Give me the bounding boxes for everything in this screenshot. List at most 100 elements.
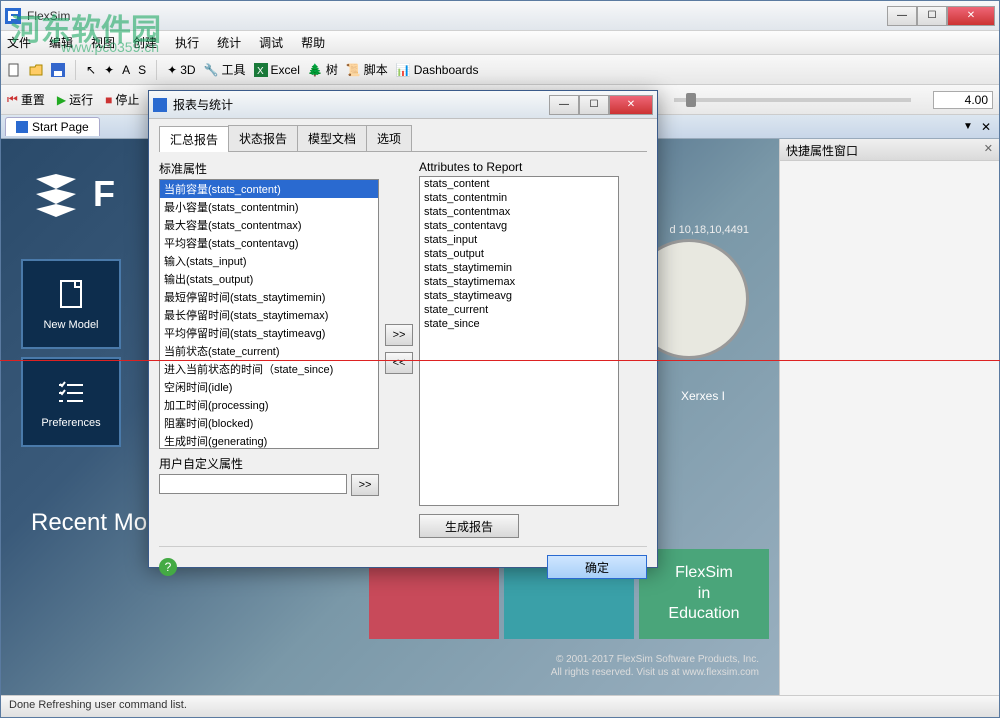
svg-text:X: X: [257, 66, 264, 77]
tree-button[interactable]: 🌲 树: [308, 61, 338, 78]
dialog-maximize-button[interactable]: ☐: [579, 95, 609, 115]
tab-label: Start Page: [32, 120, 89, 134]
dialog-close-button[interactable]: ✕: [609, 95, 653, 115]
menu-execute[interactable]: 执行: [175, 34, 199, 51]
list-item[interactable]: stats_contentmax: [420, 205, 618, 219]
menu-help[interactable]: 帮助: [301, 34, 325, 51]
tab-options[interactable]: 选项: [366, 125, 412, 151]
standard-attrs-listbox[interactable]: 当前容量(stats_content)最小容量(stats_contentmin…: [159, 179, 379, 449]
reports-dialog: 报表与统计 — ☐ ✕ 汇总报告 状态报告 模型文档 选项 标准属性 当前容量(…: [148, 90, 658, 568]
tab-state-report[interactable]: 状态报告: [228, 125, 298, 151]
list-item[interactable]: stats_output: [420, 247, 618, 261]
new-model-button[interactable]: New Model: [21, 259, 121, 349]
user-attr-input[interactable]: [159, 474, 347, 494]
list-item[interactable]: stats_contentavg: [420, 219, 618, 233]
connect-a-icon[interactable]: A: [122, 63, 130, 77]
watermark-url: www.pc0359.cn: [61, 39, 159, 55]
footer-copyright: © 2001-2017 FlexSim Software Products, I…: [551, 653, 759, 679]
list-item[interactable]: 平均容量(stats_contentavg): [160, 234, 378, 252]
dialog-titlebar[interactable]: 报表与统计 — ☐ ✕: [149, 91, 657, 119]
stop-button[interactable]: ■ 停止: [105, 91, 139, 108]
speed-value[interactable]: 4.00: [933, 91, 993, 109]
close-button[interactable]: ✕: [947, 6, 995, 26]
list-item[interactable]: 最小容量(stats_contentmin): [160, 198, 378, 216]
add-user-attr-button[interactable]: >>: [351, 474, 379, 496]
excel-button[interactable]: X Excel: [254, 63, 300, 77]
tab-close-icon[interactable]: ✕: [977, 120, 995, 134]
panel-title: 快捷属性窗口: [786, 142, 858, 157]
script-button[interactable]: 📜 脚本: [346, 61, 388, 78]
list-item[interactable]: state_since: [420, 317, 618, 331]
open-file-icon[interactable]: [29, 63, 43, 77]
status-bar: Done Refreshing user command list.: [1, 695, 999, 717]
recent-models-heading: Recent Mo: [31, 509, 147, 537]
list-item[interactable]: 平均停留时间(stats_staytimeavg): [160, 324, 378, 342]
list-item[interactable]: stats_input: [420, 233, 618, 247]
dialog-tabs: 汇总报告 状态报告 模型文档 选项: [159, 125, 647, 152]
list-item[interactable]: 最大容量(stats_contentmax): [160, 216, 378, 234]
list-item[interactable]: state_current: [420, 303, 618, 317]
list-item[interactable]: stats_staytimemax: [420, 275, 618, 289]
list-item[interactable]: stats_staytimemin: [420, 261, 618, 275]
list-item[interactable]: stats_content: [420, 177, 618, 191]
reset-button[interactable]: ⏮ 重置: [7, 91, 45, 108]
list-item[interactable]: 最短停留时间(stats_staytimemin): [160, 288, 378, 306]
tab-dropdown-icon[interactable]: ▼: [959, 121, 977, 132]
minimize-button[interactable]: —: [887, 6, 917, 26]
user-attr-label: 用户自定义属性: [159, 455, 379, 472]
preferences-icon: [53, 375, 89, 411]
list-item[interactable]: 输入(stats_input): [160, 252, 378, 270]
tab-summary-report[interactable]: 汇总报告: [159, 126, 229, 152]
tab-start-page[interactable]: Start Page: [5, 117, 100, 136]
attrs-to-report-label: Attributes to Report: [419, 160, 619, 174]
create-tool-icon[interactable]: ✦: [104, 63, 114, 77]
main-toolbar: ↖ ✦ A S ✦ 3D 🔧 工具 X Excel 🌲 树 📜 脚本 📊 Das…: [1, 55, 999, 85]
list-item[interactable]: stats_contentmin: [420, 191, 618, 205]
list-item[interactable]: 当前容量(stats_content): [160, 180, 378, 198]
list-item[interactable]: 加工时间(processing): [160, 396, 378, 414]
tab-model-doc[interactable]: 模型文档: [297, 125, 367, 151]
menu-file[interactable]: 文件: [7, 34, 31, 51]
attrs-to-report-listbox[interactable]: stats_contentstats_contentminstats_conte…: [419, 176, 619, 506]
preferences-button[interactable]: Preferences: [21, 357, 121, 447]
list-item[interactable]: 输出(stats_output): [160, 270, 378, 288]
arrow-tool-icon[interactable]: ↖: [86, 63, 96, 77]
move-right-button[interactable]: >>: [385, 324, 413, 346]
dialog-minimize-button[interactable]: —: [549, 95, 579, 115]
list-item[interactable]: 空闲时间(idle): [160, 378, 378, 396]
window-title: FlexSim: [27, 9, 887, 23]
list-item[interactable]: 最长停留时间(stats_staytimemax): [160, 306, 378, 324]
dialog-title: 报表与统计: [173, 96, 549, 113]
flexsim-logo: F: [31, 169, 115, 219]
move-left-button[interactable]: <<: [385, 352, 413, 374]
help-icon[interactable]: ?: [159, 558, 177, 576]
app-logo-icon: [5, 8, 21, 24]
quick-properties-panel: 快捷属性窗口 ✕: [779, 139, 999, 699]
ok-button[interactable]: 确定: [547, 555, 647, 579]
new-file-icon[interactable]: [7, 63, 21, 77]
app-icon: [16, 121, 28, 133]
menu-debug[interactable]: 调试: [259, 34, 283, 51]
3d-view-button[interactable]: ✦ 3D: [167, 63, 195, 77]
titlebar[interactable]: FlexSim — ☐ ✕: [1, 1, 999, 31]
new-model-icon: [53, 277, 89, 313]
list-item[interactable]: 进入当前状态的时间（state_since): [160, 360, 378, 378]
standard-attrs-label: 标准属性: [159, 160, 379, 177]
menu-stats[interactable]: 统计: [217, 34, 241, 51]
panel-close-icon[interactable]: ✕: [984, 142, 993, 157]
speed-slider[interactable]: [674, 98, 911, 102]
dashboards-button[interactable]: 📊 Dashboards: [396, 63, 479, 77]
tools-button[interactable]: 🔧 工具: [204, 61, 246, 78]
coin-label: Xerxes I: [681, 389, 725, 403]
list-item[interactable]: 当前状态(state_current): [160, 342, 378, 360]
list-item[interactable]: 生成时间(generating): [160, 432, 378, 449]
list-item[interactable]: 阻塞时间(blocked): [160, 414, 378, 432]
maximize-button[interactable]: ☐: [917, 6, 947, 26]
run-button[interactable]: ▶ 运行: [57, 91, 93, 108]
tile-education[interactable]: FlexSim in Education: [639, 549, 769, 639]
save-file-icon[interactable]: [51, 63, 65, 77]
generate-report-button[interactable]: 生成报告: [419, 514, 519, 538]
dialog-icon: [153, 98, 167, 112]
connect-s-icon[interactable]: S: [138, 63, 146, 77]
list-item[interactable]: stats_staytimeavg: [420, 289, 618, 303]
